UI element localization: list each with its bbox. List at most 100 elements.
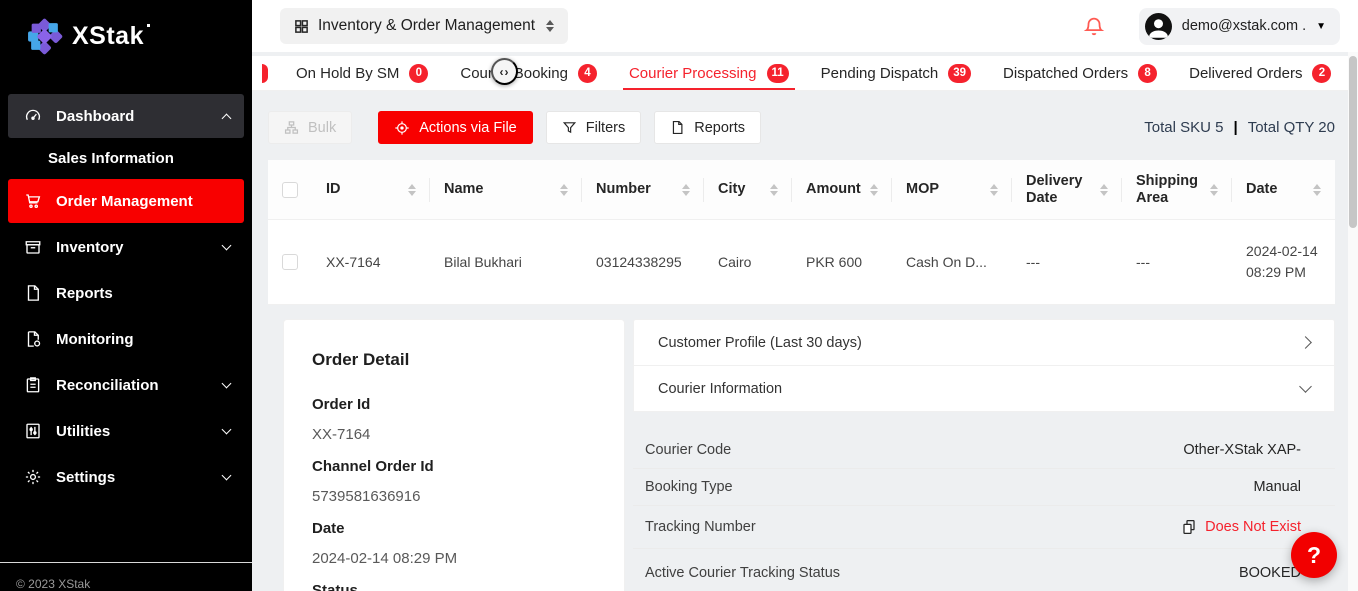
column-header-city: City xyxy=(718,181,745,198)
tab-courier-processing[interactable]: Courier Processing 11 xyxy=(613,56,805,90)
sidebar-item-label: Reports xyxy=(56,285,113,302)
chevron-up-icon xyxy=(222,113,232,123)
select-all-checkbox[interactable] xyxy=(282,182,298,198)
logo[interactable]: XStak xyxy=(0,0,252,58)
cell-delivery-date: --- xyxy=(1026,254,1040,270)
column-header-amount: Amount xyxy=(806,181,861,198)
sort-icon[interactable] xyxy=(770,184,778,196)
dropdown-caret-icon: ▼ xyxy=(1316,21,1326,32)
sidebar-item-reports[interactable]: Reports xyxy=(8,271,244,315)
sort-icon[interactable] xyxy=(1100,184,1108,196)
detail-value: BOOKED xyxy=(1239,565,1301,581)
accordion-title: Courier Information xyxy=(658,381,782,397)
tab-courier-booking[interactable]: Courier Booking 4 xyxy=(444,56,613,90)
tab-label: Delivered Orders xyxy=(1189,65,1302,82)
tab-count-badge: 2 xyxy=(1312,64,1331,83)
sort-icon[interactable] xyxy=(870,184,878,196)
chevron-down-icon xyxy=(222,425,232,435)
inventory-icon xyxy=(24,238,42,256)
main-area: ‹› Inventory & Order Management demo@xst… xyxy=(252,0,1358,591)
cell-shipping-area: --- xyxy=(1136,254,1150,270)
avatar xyxy=(1145,13,1172,40)
sidebar-item-order-management[interactable]: Order Management xyxy=(8,179,244,223)
column-header-id: ID xyxy=(326,181,341,198)
detail-label: Booking Type xyxy=(645,479,733,495)
tab-delivered-orders[interactable]: Delivered Orders 2 xyxy=(1173,56,1347,90)
monitoring-icon xyxy=(24,330,42,348)
bulk-button-label: Bulk xyxy=(308,120,336,136)
orders-table: ID Name Number City Amount MOP Delivery … xyxy=(268,160,1335,305)
sort-icon[interactable] xyxy=(1313,184,1321,196)
detail-label: Active Courier Tracking Status xyxy=(645,565,840,581)
app-switcher-label: Inventory & Order Management xyxy=(318,17,535,35)
sidebar-item-monitoring[interactable]: Monitoring xyxy=(8,317,244,361)
accordion-courier-information[interactable]: Courier Information xyxy=(633,365,1335,412)
field-label-order-id: Order Id xyxy=(312,396,596,413)
detail-value: Other-XStak XAP- xyxy=(1183,442,1301,458)
sidebar-item-inventory[interactable]: Inventory xyxy=(8,225,244,269)
row-checkbox[interactable] xyxy=(282,254,298,270)
column-header-mop: MOP xyxy=(906,181,939,198)
scrolled-tab-badge-fragment xyxy=(262,64,268,83)
reports-icon xyxy=(24,284,42,302)
help-button[interactable]: ? xyxy=(1291,532,1337,578)
sidebar: XStak Dashboard Sales Information Order … xyxy=(0,0,252,591)
column-header-number: Number xyxy=(596,181,651,198)
account-menu[interactable]: demo@xstak.com . ▼ xyxy=(1139,8,1340,45)
order-detail-title: Order Detail xyxy=(312,350,596,370)
cell-id: XX-7164 xyxy=(326,254,380,270)
tab-count-badge: 4 xyxy=(578,64,597,83)
sort-icon[interactable] xyxy=(1210,184,1218,196)
cell-name: Bilal Bukhari xyxy=(444,254,522,270)
sidebar-item-utilities[interactable]: Utilities xyxy=(8,409,244,453)
sort-icon[interactable] xyxy=(990,184,998,196)
sidebar-item-label: Dashboard xyxy=(56,108,134,125)
cell-amount: PKR 600 xyxy=(806,254,862,270)
vertical-scrollbar xyxy=(1348,52,1358,591)
copyright-text: © 2023 XStak xyxy=(0,563,252,591)
table-header-row: ID Name Number City Amount MOP Delivery … xyxy=(268,160,1335,220)
field-value-order-id: XX-7164 xyxy=(312,426,596,443)
total-qty: Total QTY 20 xyxy=(1248,119,1335,136)
bulk-button[interactable]: Bulk xyxy=(268,111,352,144)
reconciliation-icon xyxy=(24,376,42,394)
table-row[interactable]: XX-7164 Bilal Bukhari 03124338295 Cairo … xyxy=(268,220,1335,305)
column-header-shipping-area: Shipping Area xyxy=(1136,173,1210,207)
reports-button[interactable]: Reports xyxy=(654,111,761,144)
tab-count-badge: 0 xyxy=(409,64,428,83)
column-header-delivery-date: Delivery Date xyxy=(1026,173,1100,207)
field-value-date: 2024-02-14 08:29 PM xyxy=(312,550,596,567)
detail-row-booking-type: Booking Type Manual xyxy=(633,475,1335,506)
sidebar-item-dashboard[interactable]: Dashboard xyxy=(8,94,244,138)
sidebar-item-reconciliation[interactable]: Reconciliation xyxy=(8,363,244,407)
copy-icon[interactable] xyxy=(1181,519,1197,535)
app-switcher[interactable]: Inventory & Order Management xyxy=(280,8,568,44)
sort-icon[interactable] xyxy=(682,184,690,196)
actions-via-file-button[interactable]: Actions via File xyxy=(378,111,533,144)
accordion-customer-profile[interactable]: Customer Profile (Last 30 days) xyxy=(633,319,1335,366)
sort-icon[interactable] xyxy=(560,184,568,196)
sidebar-item-settings[interactable]: Settings xyxy=(8,455,244,499)
column-header-date: Date xyxy=(1246,181,1277,198)
gear-icon xyxy=(24,468,42,486)
cart-icon xyxy=(24,192,42,210)
topbar: Inventory & Order Management demo@xstak.… xyxy=(252,0,1358,52)
column-header-name: Name xyxy=(444,181,484,198)
tab-pending-dispatch[interactable]: Pending Dispatch 39 xyxy=(805,56,987,90)
chevron-down-icon xyxy=(222,471,232,481)
scrollbar-thumb[interactable] xyxy=(1349,56,1357,228)
cell-date: 2024-02-14 08:29 PM xyxy=(1246,241,1327,283)
account-email: demo@xstak.com . xyxy=(1182,18,1306,34)
sidebar-item-label: Utilities xyxy=(56,423,110,440)
sort-icon[interactable] xyxy=(408,184,416,196)
notification-bell-icon[interactable] xyxy=(1083,15,1105,37)
target-icon xyxy=(394,120,410,136)
filters-button[interactable]: Filters xyxy=(546,111,641,144)
sidebar-item-sales-information[interactable]: Sales Information xyxy=(0,140,252,179)
sidebar-collapse-toggle[interactable]: ‹› xyxy=(491,58,518,85)
tab-on-hold-by-sm[interactable]: On Hold By SM 0 xyxy=(280,56,444,90)
field-label-status: Status xyxy=(312,582,596,591)
sidebar-item-label: Inventory xyxy=(56,239,124,256)
tab-dispatched-orders[interactable]: Dispatched Orders 8 xyxy=(987,56,1173,90)
sidebar-item-label: Reconciliation xyxy=(56,377,159,394)
